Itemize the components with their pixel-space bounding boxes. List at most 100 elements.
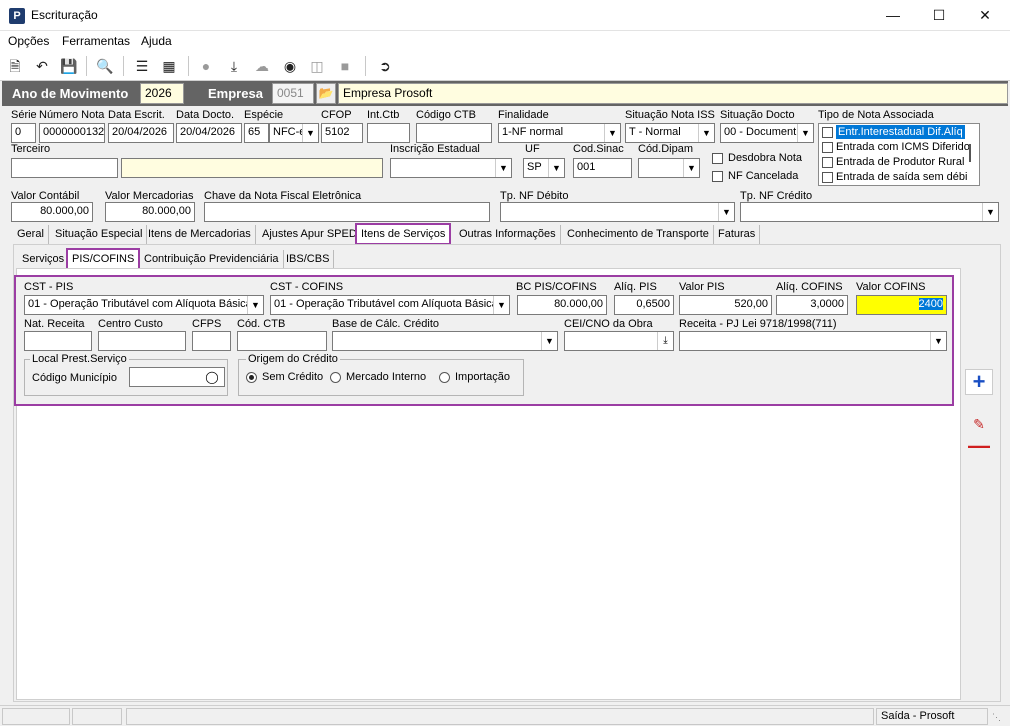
list-item[interactable]: Entrada de Produtor Rural [821, 155, 965, 170]
radio-mercado-interno[interactable] [330, 372, 341, 383]
minimize-button[interactable]: — [870, 0, 916, 31]
tab-ajustes-apur-sped[interactable]: Ajustes Apur SPED [258, 225, 362, 245]
base-credito-select[interactable]: ▼ [332, 331, 558, 351]
ano-field[interactable]: 2026 [140, 83, 184, 104]
tp-debito-label: Tp. NF Débito [500, 190, 569, 202]
cod-ctb-label: Cód. CTB [237, 318, 286, 330]
maximize-button[interactable]: ☐ [916, 0, 962, 31]
tab-contribuicao-previdenciaria[interactable]: Contribuição Previdenciária [140, 250, 284, 270]
valor-merc-field[interactable]: 80.000,00 [105, 202, 195, 222]
tab-outras-informacoes[interactable]: Outras Informações [455, 225, 561, 245]
radio-importacao[interactable] [439, 372, 450, 383]
chave-field[interactable] [204, 202, 490, 222]
checkbox[interactable] [822, 157, 833, 168]
radio-sem-credito[interactable] [246, 372, 257, 383]
close-button[interactable]: ✕ [962, 0, 1008, 31]
terceiro-name-field[interactable] [121, 158, 383, 178]
tab-ibs-cbs[interactable]: IBS/CBS [282, 250, 335, 270]
download-icon[interactable]: ⤓ [225, 57, 243, 75]
sit-docto-select[interactable]: 00 - Document ▼ [720, 123, 814, 143]
bc-field[interactable]: 80.000,00 [517, 295, 607, 315]
tp-credito-select[interactable]: ▼ [740, 202, 999, 222]
add-button[interactable]: + [965, 369, 993, 395]
aliq-cofins-field[interactable]: 3,0000 [776, 295, 848, 315]
exit-icon[interactable]: ➲ [376, 57, 394, 75]
sit-iss-select[interactable]: T - Normal ▼ [625, 123, 715, 143]
cfps-field[interactable] [192, 331, 231, 351]
columns-icon[interactable]: ◫ [308, 57, 326, 75]
aliq-pis-field[interactable]: 0,6500 [614, 295, 674, 315]
data-docto-field[interactable]: 20/04/2026 [176, 123, 242, 143]
cei-field[interactable]: ⤓ [564, 331, 674, 351]
download-arrow-icon[interactable]: ⤓ [657, 332, 673, 350]
list-item[interactable]: Entrada com ICMS Diferido [821, 140, 970, 155]
receita-select[interactable]: ▼ [679, 331, 947, 351]
menu-ferramentas[interactable]: Ferramentas [62, 34, 130, 48]
save-icon[interactable]: 💾 [60, 57, 78, 75]
terceiro-code-field[interactable] [11, 158, 118, 178]
valor-pis-field[interactable]: 520,00 [679, 295, 772, 315]
cloud-icon[interactable]: ☁ [253, 57, 271, 75]
scrollbar-thumb[interactable] [969, 144, 971, 162]
menu-opcoes[interactable]: Opções [8, 34, 49, 48]
edit-pencil-icon[interactable]: ✎ [965, 413, 993, 435]
intctb-field[interactable] [367, 123, 410, 143]
numero-field[interactable]: 0000000132 [39, 123, 105, 143]
grid-icon[interactable]: ■ [336, 57, 354, 75]
empresa-code-field[interactable]: 0051 [272, 83, 314, 104]
valor-cofins-field[interactable]: 2400 [856, 295, 947, 315]
toolbar-separator [365, 56, 366, 76]
chevron-down-icon: ▼ [698, 124, 714, 142]
dipam-select[interactable]: ▼ [638, 158, 700, 178]
valor-contabil-field[interactable]: 80.000,00 [11, 202, 93, 222]
new-file-icon[interactable]: 🗎 [6, 57, 24, 75]
insc-select[interactable]: ▼ [390, 158, 512, 178]
preview-icon[interactable]: 🔍 [96, 57, 114, 75]
tree-icon[interactable]: ☰ [133, 57, 151, 75]
data-escrit-field[interactable]: 20/04/2026 [108, 123, 174, 143]
tab-itens-servicos[interactable]: Itens de Serviços [355, 223, 452, 245]
checkbox[interactable] [822, 172, 833, 183]
app-logo-icon: P [9, 8, 25, 24]
tab-geral[interactable]: Geral [13, 225, 49, 245]
binoculars-icon[interactable]: ◯ [201, 368, 223, 386]
cod-ctb-field[interactable] [237, 331, 327, 351]
tab-faturas[interactable]: Faturas [714, 225, 761, 245]
receita-label: Receita - PJ Lei 9718/1998(711) [679, 318, 837, 330]
list-item[interactable]: Entrada de saída sem débi [821, 170, 967, 185]
tipo-nota-list[interactable]: Entr.Interestadual Dif.Alíq Entrada com … [818, 123, 980, 186]
list-item[interactable]: Entr.Interestadual Dif.Alíq [821, 125, 965, 140]
open-folder-icon[interactable]: 📂 [316, 83, 336, 104]
serie-field[interactable]: 0 [11, 123, 36, 143]
cst-pis-select[interactable]: 01 - Operação Tributável com Alíquota Bá… [24, 295, 264, 315]
codigo-ctb-field[interactable] [416, 123, 492, 143]
cfop-field[interactable]: 5102 [321, 123, 363, 143]
empresa-name-field[interactable]: Empresa Prosoft [338, 83, 1008, 104]
tab-conhecimento-transporte[interactable]: Conhecimento de Transporte [563, 225, 714, 245]
checkbox[interactable] [822, 142, 833, 153]
desdobra-checkbox[interactable] [712, 153, 723, 164]
uf-select[interactable]: SP ▼ [523, 158, 565, 178]
tab-servicos[interactable]: Serviços [18, 250, 70, 270]
menu-ajuda[interactable]: Ajuda [141, 34, 172, 48]
cst-cofins-select[interactable]: 01 - Operação Tributável com Alíquota Bá… [270, 295, 510, 315]
checkbox[interactable] [822, 127, 833, 138]
people-icon[interactable]: ● [197, 57, 215, 75]
finalidade-select[interactable]: 1-NF normal ▼ [498, 123, 621, 143]
resize-grip-icon[interactable]: ⋱ [992, 712, 1001, 723]
especie-code-field[interactable]: 65 [244, 123, 269, 143]
tp-debito-select[interactable]: ▼ [500, 202, 735, 222]
calculator-icon[interactable]: ▦ [160, 57, 178, 75]
especie-select[interactable]: NFC-e ▼ [269, 123, 319, 143]
cancelada-checkbox[interactable] [712, 171, 723, 182]
sinac-field[interactable]: 001 [573, 158, 632, 178]
nat-receita-field[interactable] [24, 331, 92, 351]
undo-icon[interactable]: ↶ [33, 57, 51, 75]
remove-button[interactable]: — [965, 435, 993, 458]
money-bag-icon[interactable]: ◉ [281, 57, 299, 75]
chave-label: Chave da Nota Fiscal Eletrônica [204, 190, 362, 202]
tab-pis-cofins[interactable]: PIS/COFINS [66, 248, 141, 270]
tab-itens-mercadorias[interactable]: Itens de Mercadorias [144, 225, 256, 245]
centro-custo-field[interactable] [98, 331, 186, 351]
tab-situacao-especial[interactable]: Situação Especial [51, 225, 148, 245]
